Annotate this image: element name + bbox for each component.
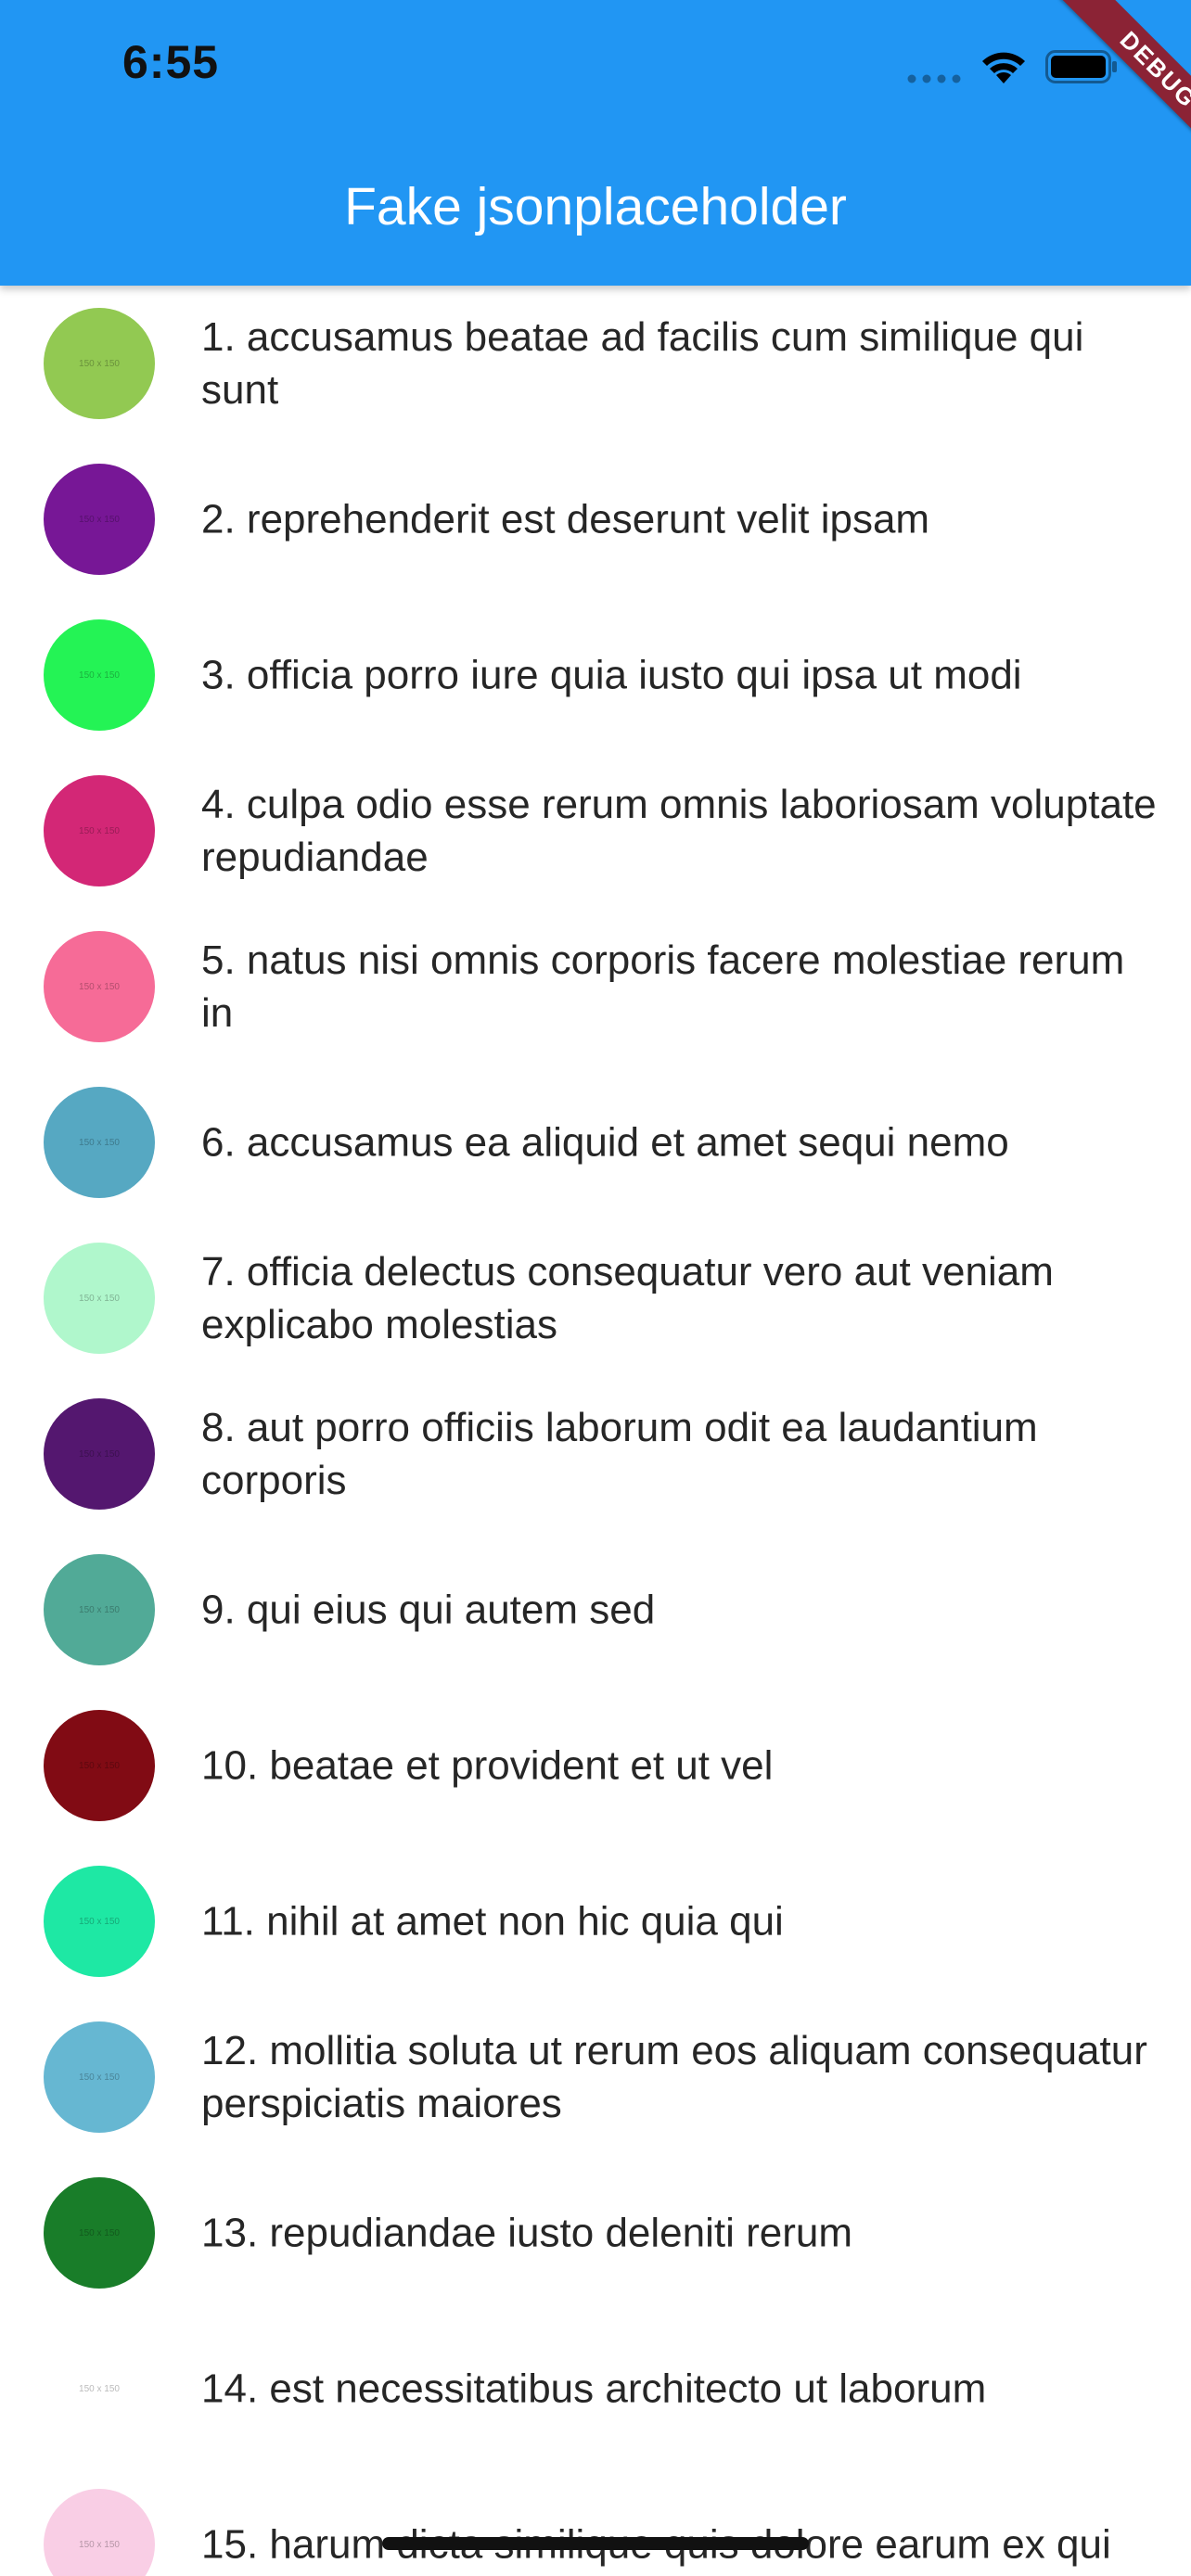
list-item-title: 3. officia porro iure quia iusto qui ips… (201, 652, 1022, 698)
thumbnail-image: 150 x 150 (44, 775, 155, 886)
list-item[interactable]: 150 x 15015. harum dicta similique quis … (0, 2467, 1191, 2576)
list-item[interactable]: 150 x 150 4. culpa odio esse rerum omnis … (0, 753, 1191, 909)
list-item[interactable]: 150 x 150 9. qui eius qui autem sed (0, 1532, 1191, 1688)
home-indicator[interactable] (382, 2537, 809, 2550)
list-item-title: 2. reprehenderit est deserunt velit ipsa… (201, 496, 930, 542)
list-item[interactable]: 150 x 150 10. beatae et provident et ut v… (0, 1688, 1191, 1843)
wifi-icon (982, 52, 1025, 83)
thumbnail-label: 150 x 150 (79, 1760, 120, 1771)
list-item[interactable]: 150 x 150 5. natus nisi omnis corporis fa… (0, 909, 1191, 1065)
thumbnail-image: 150 x 150 (44, 2177, 155, 2289)
list-item[interactable]: 150 x 150 12. mollitia soluta ut rerum eo… (0, 1999, 1191, 2155)
page-title: Fake jsonplaceholder (344, 177, 847, 236)
list-item-title: 14. est necessitatibus architecto ut lab… (201, 2366, 987, 2412)
thumbnail-label: 150 x 150 (79, 358, 120, 369)
status-bar: 6:55 (0, 0, 1191, 139)
thumbnail-label: 150 x 150 (79, 1604, 120, 1615)
thumbnail-label: 150 x 150 (79, 514, 120, 525)
list-item-title: 1. accusamus beatae ad facilis cum simil… (201, 314, 1084, 413)
list-item-title: 6. accusamus ea aliquid et amet sequi ne… (201, 1119, 1009, 1166)
photo-list[interactable]: 150 x 150 1. accusamus beatae ad facilis … (0, 286, 1191, 2576)
list-item-title: 9. qui eius qui autem sed (201, 1587, 656, 1633)
thumbnail-label: 150 x 150 (79, 1916, 120, 1927)
thumbnail-label: 150 x 150 (79, 2539, 120, 2550)
list-item-title: 5. natus nisi omnis corporis facere mole… (201, 937, 1125, 1036)
thumbnail-image: 150 x 150 (44, 464, 155, 575)
list-item-title: 11. nihil at amet non hic quia qui (201, 1898, 784, 1945)
thumbnail-image: 150 x 150 (44, 1866, 155, 1977)
list-item[interactable]: 150 x 150 11. nihil at amet non hic quia … (0, 1843, 1191, 1999)
thumbnail-image: 150 x 150 (44, 2021, 155, 2133)
list-item[interactable]: 150 x 150 1. accusamus beatae ad facilis … (0, 286, 1191, 441)
thumbnail-label: 150 x 150 (79, 1448, 120, 1460)
thumbnail-label: 150 x 150 (79, 670, 120, 681)
list-item[interactable]: 150 x 150 3. officia porro iure quia iust… (0, 597, 1191, 753)
list-item[interactable]: 150 x 150 6. accusamus ea aliquid et amet… (0, 1065, 1191, 1220)
thumbnail-label: 150 x 150 (79, 2383, 120, 2394)
thumbnail-label: 150 x 150 (79, 2072, 120, 2083)
thumbnail-image: 150 x 150 (44, 1710, 155, 1821)
list-item-title: 7. officia delectus consequatur vero aut… (201, 1249, 1054, 1347)
list-item[interactable]: 150 x 150 8. aut porro officiis laborum o… (0, 1376, 1191, 1532)
list-item-title: 10. beatae et provident et ut vel (201, 1742, 774, 1789)
signal-icon (907, 74, 961, 83)
thumbnail-image: 150 x 150 (44, 308, 155, 419)
thumbnail-image: 150 x 150 (44, 2489, 155, 2576)
list-item[interactable]: 150 x 150 2. reprehenderit est deserunt v… (0, 441, 1191, 597)
app-bar: 6:55 Fake jsonplaceholder (0, 0, 1191, 286)
list-item-title: 12. mollitia soluta ut rerum eos aliquam… (201, 2028, 1147, 2126)
list-item[interactable]: 150 x 150 7. officia delectus consequatur… (0, 1220, 1191, 1376)
battery-icon (1045, 50, 1117, 83)
thumbnail-image: 150 x 150 (44, 1087, 155, 1198)
thumbnail-label: 150 x 150 (79, 981, 120, 992)
thumbnail-image: 150 x 150 (44, 931, 155, 1042)
thumbnail-label: 150 x 150 (79, 2227, 120, 2238)
thumbnail-label: 150 x 150 (79, 825, 120, 836)
thumbnail-image: 150 x 150 (44, 2333, 155, 2444)
thumbnail-label: 150 x 150 (79, 1137, 120, 1148)
thumbnail-image: 150 x 150 (44, 619, 155, 731)
list-item[interactable]: 150 x 150 13. repudiandae iusto deleniti … (0, 2155, 1191, 2311)
list-item-title: 13. repudiandae iusto deleniti rerum (201, 2210, 853, 2256)
thumbnail-image: 150 x 150 (44, 1554, 155, 1665)
thumbnail-image: 150 x 150 (44, 1398, 155, 1510)
thumbnail-label: 150 x 150 (79, 1293, 120, 1304)
list-item[interactable]: 150 x 150 14. est necessitatibus architec… (0, 2311, 1191, 2467)
status-time: 6:55 (122, 36, 220, 88)
list-item-title: 4. culpa odio esse rerum omnis laboriosa… (201, 782, 1157, 880)
thumbnail-image: 150 x 150 (44, 1243, 155, 1354)
list-item-title: 8. aut porro officiis laborum odit ea la… (201, 1405, 1038, 1503)
